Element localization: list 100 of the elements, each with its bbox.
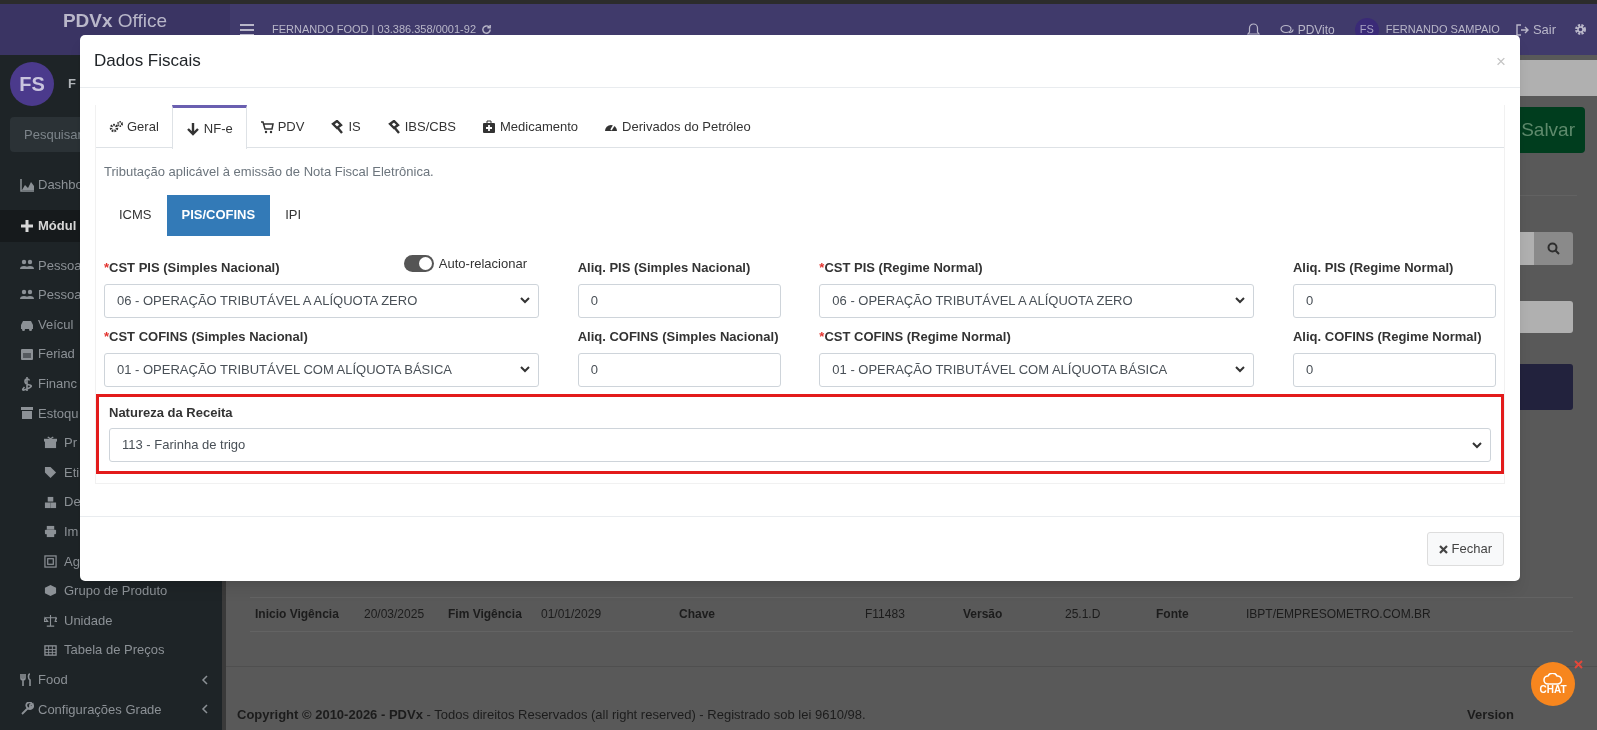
gift-icon: [44, 436, 57, 450]
tab[interactable]: ICMS: [104, 194, 167, 236]
submenu-item[interactable]: Unidade: [64, 610, 113, 631]
menu-item[interactable]: Módul: [38, 215, 77, 236]
submenu-item[interactable]: Pr: [64, 433, 77, 453]
chevron-down-icon: [1235, 366, 1246, 373]
submenu-item[interactable]: Ag: [64, 551, 80, 572]
cloud-icon: [1543, 673, 1563, 685]
menu-item[interactable]: Veícul: [38, 314, 74, 335]
user-avatar[interactable]: FS: [10, 62, 54, 106]
field-label: Aliq. COFINS (Regime Normal): [1292, 328, 1482, 346]
cart-icon: [259, 120, 274, 134]
menu-item[interactable]: Feriad: [38, 344, 75, 364]
close-button[interactable]: Fechar: [1426, 532, 1504, 566]
submenu-item[interactable]: Tabela de Preços: [64, 640, 165, 660]
dollar-icon: [20, 376, 34, 391]
plus-icon: [20, 218, 34, 233]
select-field[interactable]: 01 - OPERAÇÃO TRIBUTÁVEL COM ALÍQUOTA BÁSICA: [819, 352, 1255, 387]
table-cell-text: Inicio Vigência: [255, 605, 340, 623]
input-field[interactable]: 0: [1292, 283, 1496, 318]
tab[interactable]: Medicamento: [469, 105, 592, 149]
tab[interactable]: IPI: [270, 194, 317, 236]
scale-icon: [44, 614, 57, 627]
table-cell-text: Versão: [963, 605, 1004, 623]
field-label: Aliq. PIS (Simples Nacional): [577, 259, 751, 277]
chevron-down-icon: [1472, 441, 1482, 449]
toggle-switch[interactable]: [403, 254, 434, 272]
input-field[interactable]: 0: [577, 283, 781, 318]
dialog-title: Dados Fiscais: [94, 50, 201, 73]
cube-icon: [44, 584, 57, 598]
calendar-icon: [20, 347, 34, 362]
close-icon: [1438, 544, 1448, 554]
select-field[interactable]: 06 - OPERAÇÃO TRIBUTÁVEL A ALÍQUOTA ZERO: [819, 283, 1255, 318]
settings-icon[interactable]: [1574, 23, 1587, 36]
field-label: *CST PIS (Regime Normal): [819, 259, 983, 277]
logout-icon[interactable]: [1515, 23, 1529, 36]
cubes-icon: [44, 495, 57, 509]
menu-item[interactable]: Pessoa: [38, 285, 82, 305]
wrench-icon: [20, 702, 34, 717]
select-field[interactable]: 06 - OPERAÇÃO TRIBUTÁVEL A ALÍQUOTA ZERO: [104, 283, 539, 318]
field-label: Aliq. PIS (Regime Normal): [1292, 259, 1454, 277]
input-field[interactable]: 0: [1292, 352, 1496, 387]
assistant-link[interactable]: PDVito: [1297, 20, 1335, 39]
field-label: *CST PIS (Simples Nacional): [104, 259, 280, 277]
chat-bubbles-icon[interactable]: [1279, 23, 1294, 36]
tab[interactable]: IS: [317, 105, 374, 149]
chevron-down-icon: [520, 297, 530, 304]
menu-item[interactable]: Food: [38, 669, 68, 690]
tab[interactable]: PDV: [246, 105, 318, 149]
menu-icon[interactable]: [240, 23, 254, 36]
search-button[interactable]: [1534, 232, 1573, 265]
printer-icon: [44, 525, 57, 539]
table-cell-text: Chave: [679, 605, 717, 623]
table-cell-text: Fonte: [1156, 605, 1190, 623]
menu-item[interactable]: Estoqu: [38, 403, 79, 424]
menu-item[interactable]: Pessoa: [38, 255, 82, 276]
user-name[interactable]: FERNANDO SAMPAIO: [1385, 21, 1500, 38]
tab[interactable]: NF-e: [171, 105, 247, 149]
table-cell-text: 25.1.D: [1065, 605, 1102, 623]
chevron-left-icon: [201, 674, 208, 685]
submenu-item[interactable]: De: [64, 492, 81, 512]
chart-icon: [20, 177, 34, 192]
table-cell-text: F11483: [865, 605, 906, 623]
copyright-text: Copyright © 2010-2026 - PDVx - Todos direitos Reservados (all right reserved) - Registrado sob lei 9610/98.: [237, 706, 866, 724]
select-field[interactable]: 113 - Farinha de trigo: [109, 428, 1491, 462]
company-name: FERNANDO FOOD | 03.386.358/0001-92: [272, 22, 476, 38]
menu-item[interactable]: Financ: [38, 374, 78, 394]
table-cell-text: 20/03/2025: [364, 605, 426, 623]
tab[interactable]: Derivados do Petróleo: [591, 105, 764, 149]
toggle-label: Auto-relacionar: [438, 254, 527, 273]
medkit-icon: [482, 120, 496, 134]
submenu-item[interactable]: Eti: [64, 462, 80, 483]
tab[interactable]: Geral: [96, 105, 172, 149]
users-icon: [20, 288, 34, 302]
field-label: Aliq. COFINS (Simples Nacional): [577, 328, 779, 346]
logout-link[interactable]: Sair: [1532, 19, 1556, 40]
table-cell-text: 01/01/2029: [541, 605, 603, 623]
version-label: Version: [1467, 706, 1514, 724]
bell-icon[interactable]: [1246, 22, 1260, 37]
field-label: Natureza da Receita: [109, 403, 234, 422]
chat-label: CHAT: [1539, 685, 1567, 695]
archive-icon: [20, 406, 34, 421]
user-name: F: [68, 75, 76, 93]
arrow-down-icon: [185, 121, 200, 136]
tab[interactable]: IBS/CBS: [373, 105, 469, 149]
menu-item[interactable]: Configurações Grade: [38, 699, 162, 720]
tag-icon: [44, 466, 57, 480]
table-cell-text: Fim Vigência: [448, 605, 523, 623]
chevron-down-icon: [520, 366, 530, 373]
select-field[interactable]: 01 - OPERAÇÃO TRIBUTÁVEL COM ALÍQUOTA BÁSICA: [104, 352, 539, 387]
submenu-item[interactable]: Grupo de Produto: [64, 581, 168, 601]
frame-icon: [44, 554, 57, 568]
chevron-left-icon: [201, 704, 208, 715]
tab[interactable]: PIS/COFINS: [166, 194, 271, 236]
app-logo[interactable]: PDVx Office: [62, 10, 168, 32]
input-field[interactable]: 0: [577, 352, 781, 387]
refresh-icon[interactable]: [481, 24, 492, 35]
submenu-item[interactable]: Im: [64, 522, 79, 542]
field-label: *CST COFINS (Simples Nacional): [104, 328, 308, 346]
utensils-icon: [20, 672, 34, 687]
